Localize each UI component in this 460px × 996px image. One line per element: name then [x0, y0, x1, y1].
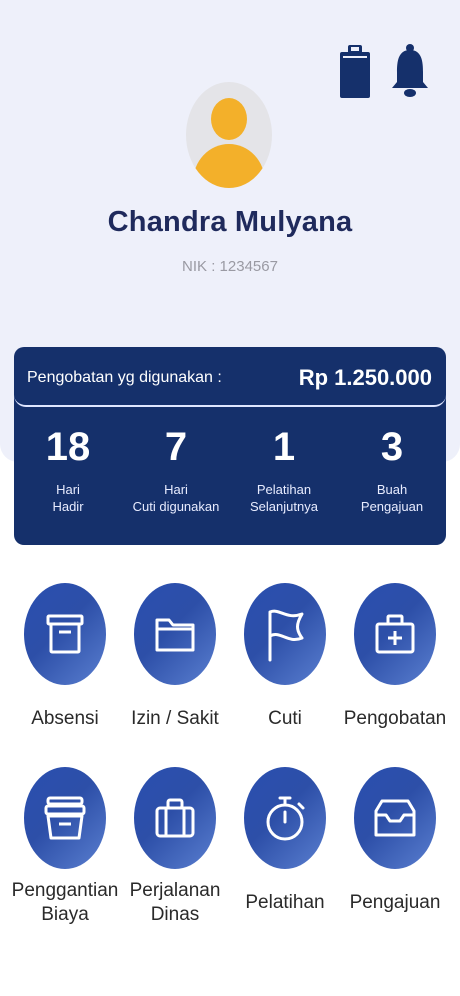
stat-value: 7	[164, 425, 188, 469]
menu-item-pengajuan[interactable]: Pengajuan	[330, 767, 460, 915]
medical-kit-icon	[375, 614, 415, 654]
medical-usage-amount: Rp 1.250.000	[298, 365, 432, 390]
menu-circle	[134, 583, 216, 685]
avatar[interactable]	[186, 82, 272, 188]
menu-label: Pengajuan	[349, 892, 441, 913]
stat-value: 18	[45, 425, 91, 469]
stopwatch-icon	[266, 796, 305, 841]
menu-label: Pengobatan	[343, 708, 447, 729]
menu-circle	[354, 767, 436, 869]
stats-row: 18 Hari Hadir 7 Hari Cuti digunakan 1 Pe…	[14, 427, 446, 515]
summary-card: Pengobatan yg digunakan : Rp 1.250.000 1…	[14, 347, 446, 545]
menu-circle	[244, 767, 326, 869]
menu-circle	[24, 767, 106, 869]
bell-icon[interactable]	[390, 42, 430, 103]
stat-next-training[interactable]: 1 Pelatihan Selanjutnya	[230, 427, 338, 515]
clipboard-icon[interactable]	[338, 42, 372, 103]
suitcase-icon	[155, 798, 195, 838]
flag-icon	[268, 609, 304, 662]
stat-leave-used[interactable]: 7 Hari Cuti digunakan	[122, 427, 230, 515]
archive-box-icon	[46, 614, 84, 654]
stat-value: 1	[272, 425, 296, 469]
tray-stack-icon	[44, 796, 86, 840]
medical-usage-label: Pengobatan yg digunakan :	[27, 369, 222, 386]
stat-label: Hari Cuti digunakan	[132, 482, 220, 514]
stat-attendance[interactable]: 18 Hari Hadir	[14, 427, 122, 515]
menu-item-pengobatan[interactable]: Pengobatan	[330, 583, 460, 731]
menu-circle	[244, 583, 326, 685]
user-name: Chandra Mulyana	[107, 206, 353, 238]
header-actions	[338, 42, 430, 103]
menu-circle	[24, 583, 106, 685]
stat-label: Buah Pengajuan	[360, 482, 424, 514]
user-avatar-icon	[193, 98, 265, 188]
stat-label: Hari Hadir	[52, 482, 84, 514]
folder-icon	[155, 618, 195, 652]
inbox-icon	[374, 799, 416, 837]
user-nik: NIK : 1234567	[182, 258, 278, 275]
stat-label: Pelatihan Selanjutnya	[250, 482, 318, 514]
menu-circle	[354, 583, 436, 685]
menu-circle	[134, 767, 216, 869]
stat-value: 3	[380, 425, 404, 469]
medical-usage-row: Pengobatan yg digunakan : Rp 1.250.000	[14, 347, 446, 407]
stat-submissions[interactable]: 3 Buah Pengajuan	[338, 427, 446, 515]
